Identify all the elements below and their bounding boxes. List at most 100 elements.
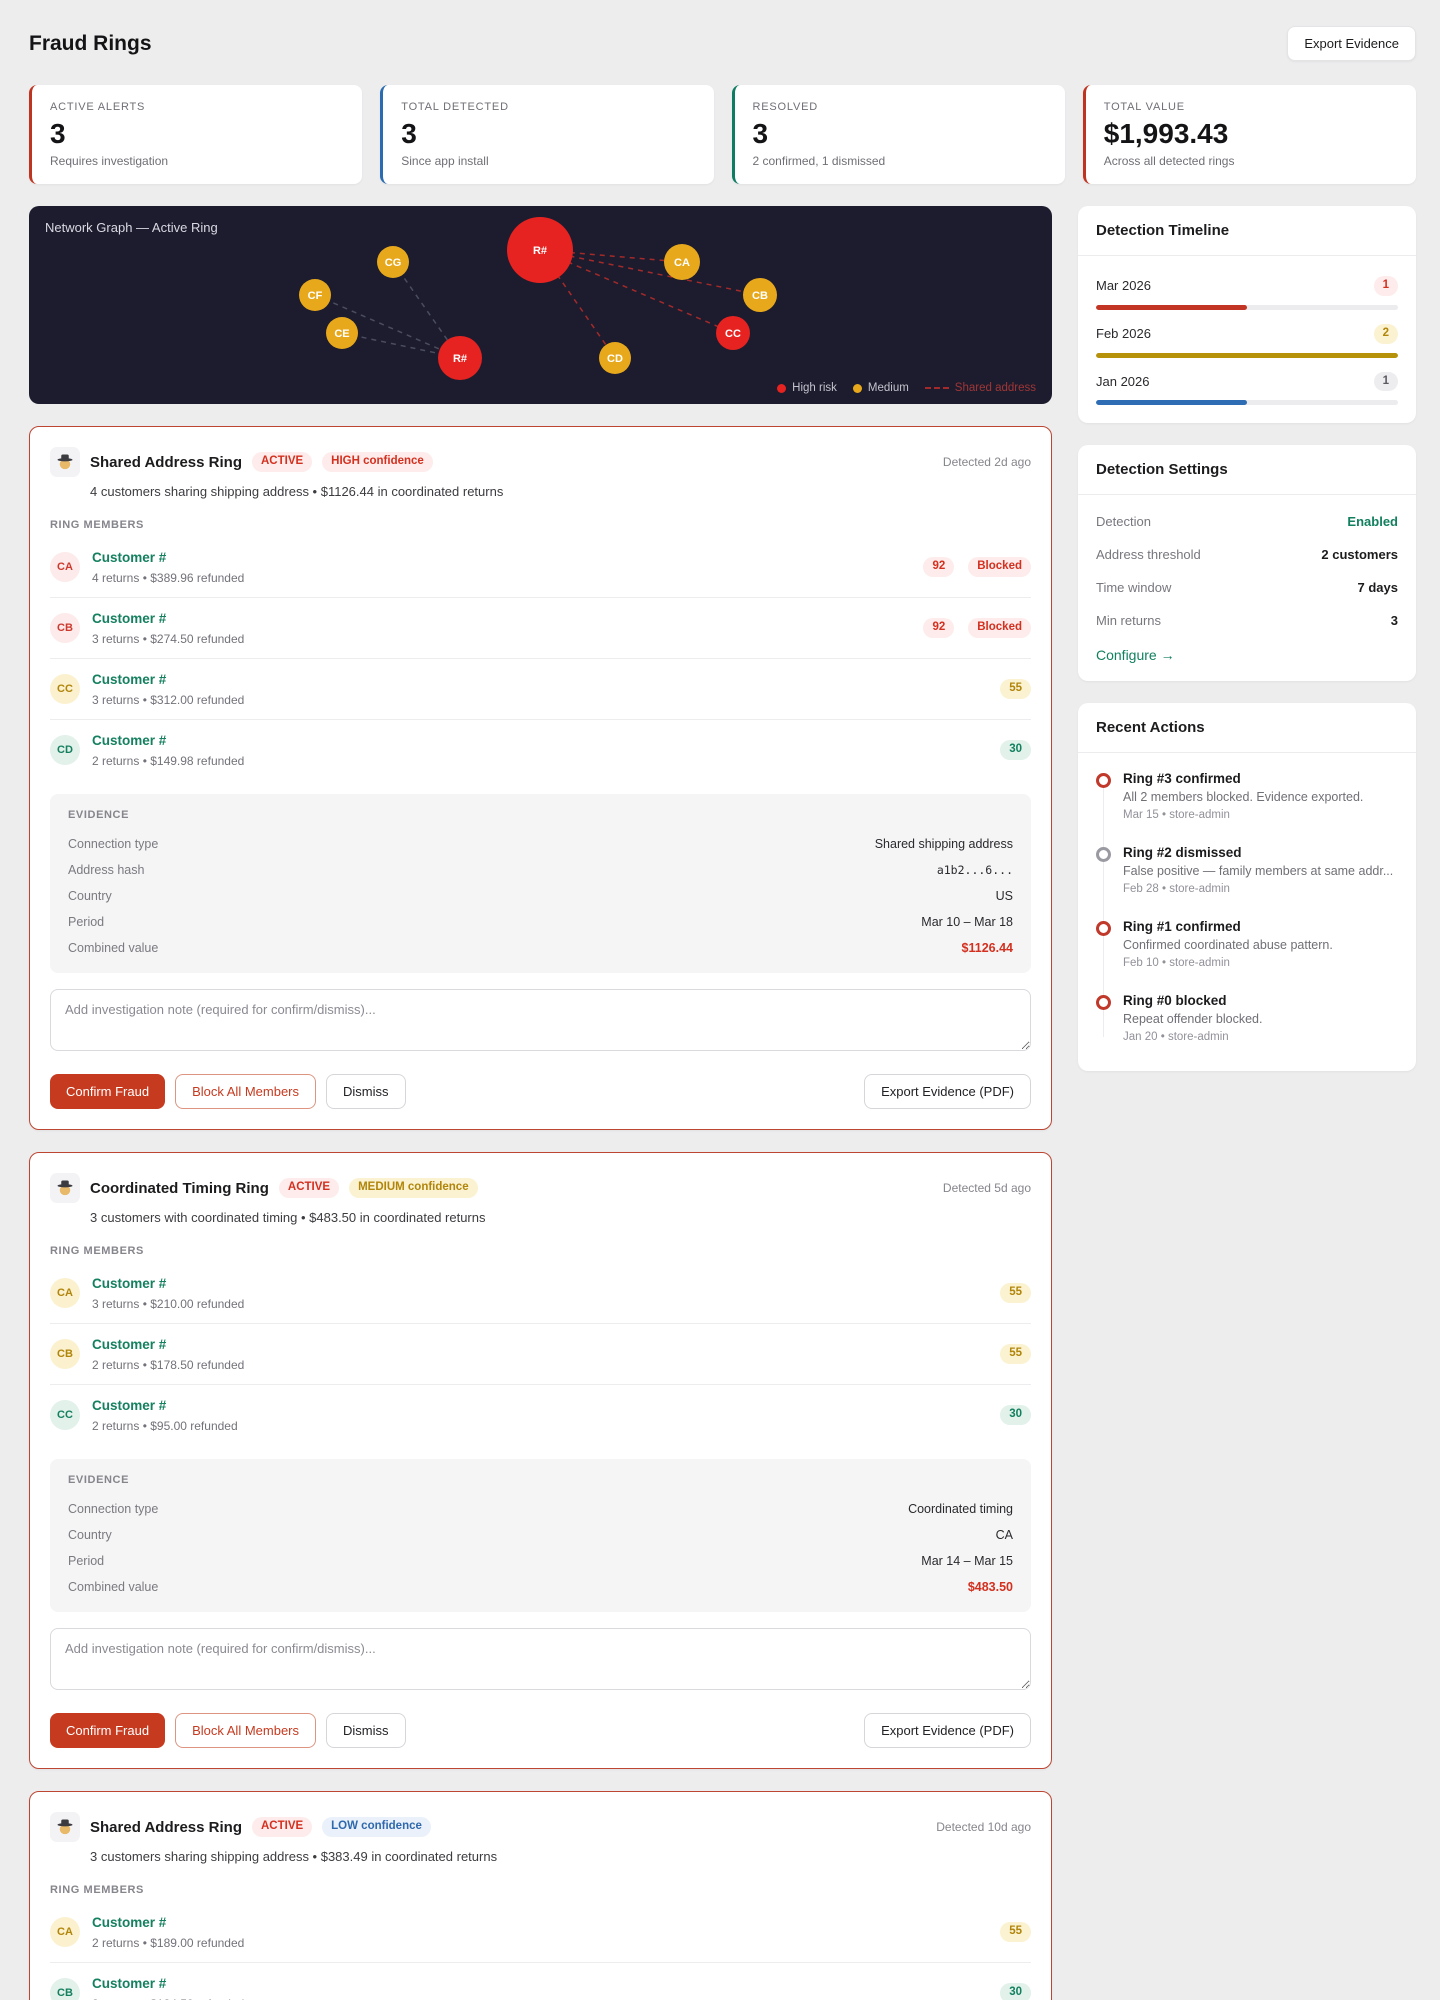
evidence-rows: Connection type Coordinated timing Count… [68,1496,1013,1600]
ring-card-header: Shared Address Ring ACTIVE LOW confidenc… [50,1812,1031,1842]
legend-swatch-icon [924,387,949,389]
ring-actions: Confirm Fraud Block All Members Dismiss … [50,1713,1031,1748]
configure-link[interactable]: Configure → [1096,647,1175,663]
customer-link[interactable]: Customer # [92,672,166,687]
ring-member-row: CA Customer # 4 returns • $389.96 refund… [50,537,1031,597]
member-avatar: CC [50,1400,80,1430]
settings-row: Time window 7 days [1096,571,1398,604]
customer-link[interactable]: Customer # [92,1337,166,1352]
legend-item: Medium [852,382,909,394]
member-badges: 55 [1000,679,1031,699]
member-badges: 55 [1000,1922,1031,1942]
timeline-month-label: Mar 2026 [1096,278,1151,294]
ring-members-label: RING MEMBERS [50,1245,144,1257]
detected-ago: Detected 2d ago [942,455,1031,469]
risk-score-badge: 92 [923,618,955,638]
dismiss-button[interactable]: Dismiss [326,1074,406,1109]
risk-score-badge: 30 [1000,740,1031,760]
timeline-row: Mar 2026 1 [1096,262,1398,310]
evidence-label: EVIDENCE [68,809,130,821]
evidence-row: Connection type Coordinated timing [68,1496,1013,1522]
recent-action-item: Ring #0 blocked Repeat offender blocked.… [1096,981,1398,1055]
confirm-fraud-button[interactable]: Confirm Fraud [50,1074,166,1109]
risk-score-badge: 30 [1000,1983,1031,2000]
member-returns-summary: 2 returns • $189.00 refunded [92,1936,245,1950]
evidence-row-label: Period [68,1554,105,1568]
stat-caption: Since app install [401,154,489,168]
investigation-note-input[interactable] [50,1628,1031,1690]
recent-action-title: Ring #1 confirmed [1123,919,1241,935]
ring-status-icon [1096,773,1111,789]
status-badge: ACTIVE [251,452,313,472]
recent-actions-card: Recent Actions Ring #3 confirmed All 2 m… [1078,703,1416,1072]
ring-member-row: CA Customer # 3 returns • $210.00 refund… [50,1263,1031,1323]
member-avatar: CA [50,552,80,582]
customer-link[interactable]: Customer # [92,611,166,626]
ring-members-label: RING MEMBERS [50,519,144,531]
ring-members-label: RING MEMBERS [50,1884,144,1896]
customer-link[interactable]: Customer # [92,1276,166,1291]
evidence-row: Combined value $1126.44 [68,935,1013,961]
recent-actions-title: Recent Actions [1078,703,1416,754]
stat-card: TOTAL VALUE $1,993.43 Across all detecte… [1082,85,1416,184]
stats-row: ACTIVE ALERTS 3 Requires investigation T… [29,85,1416,184]
confidence-badge: HIGH confidence [322,452,433,472]
member-info: Customer # 4 returns • $389.96 refunded [92,549,244,585]
member-badges: 30 [1000,1983,1031,2000]
member-returns-summary: 2 returns • $178.50 refunded [92,1358,245,1372]
evidence-row-label: Connection type [68,1502,159,1516]
member-badges: 55 [1000,1344,1031,1364]
settings-label: Time window [1096,580,1172,596]
recent-action-meta: Feb 10 • store-admin [1123,957,1230,970]
customer-link[interactable]: Customer # [92,550,166,565]
investigation-note-input[interactable] [50,989,1031,1051]
member-info: Customer # 2 returns • $178.50 refunded [92,1336,244,1372]
confirm-fraud-button[interactable]: Confirm Fraud [50,1713,166,1748]
customer-link[interactable]: Customer # [92,1976,166,1991]
block-all-members-button[interactable]: Block All Members [175,1074,316,1109]
customer-link[interactable]: Customer # [92,733,166,748]
page-root: Fraud Rings Export Evidence ACTIVE ALERT… [0,0,1440,2000]
export-evidence-button[interactable]: Export Evidence [1287,26,1416,61]
detected-ago: Detected 10d ago [936,1820,1031,1834]
evidence-rows: Connection type Shared shipping address … [68,831,1013,961]
svg-text:R#: R# [533,245,547,257]
recent-action-item: Ring #2 dismissed False positive — famil… [1096,833,1398,907]
detective-icon [50,1812,80,1842]
member-badges: 30 [1000,1405,1031,1425]
customer-link[interactable]: Customer # [92,1915,166,1930]
detection-timeline-title: Detection Timeline [1078,206,1416,256]
legend-swatch-icon [777,383,787,393]
evidence-row: Address hash a1b2...6... [68,857,1013,883]
recent-action-body: Ring #3 confirmed All 2 members blocked.… [1123,771,1363,821]
main-column: Network Graph — Active Ring R# R# CG CF CE CA… [29,206,1052,2000]
member-returns-summary: 3 returns • $210.00 refunded [92,1297,245,1311]
timeline-rows: Mar 2026 1 Feb 2026 2 Jan 2026 1 [1078,256,1416,423]
settings-row: Address threshold 2 customers [1096,538,1398,571]
member-badges: 92 Blocked [923,618,1031,638]
timeline-count-badge: 1 [1373,371,1398,392]
recent-action-body: Ring #0 blocked Repeat offender blocked.… [1123,993,1262,1043]
stat-caption: Across all detected rings [1103,154,1235,168]
timeline-month-label: Feb 2026 [1096,326,1151,342]
legend-label: Medium [867,382,909,394]
evidence-row-label: Address hash [68,863,145,877]
network-graph-title: Network Graph — Active Ring [45,220,218,235]
network-graph-panel: Network Graph — Active Ring R# R# CG CF CE CA… [29,206,1052,404]
evidence-row-value: $483.50 [967,1580,1013,1594]
export-evidence-pdf-button[interactable]: Export Evidence (PDF) [864,1074,1031,1109]
member-avatar: CD [50,735,80,765]
evidence-row-label: Country [68,889,112,903]
member-avatar: CA [50,1917,80,1947]
recent-action-desc: Repeat offender blocked. [1123,1012,1263,1027]
stat-label: TOTAL DETECTED [401,101,509,113]
ring-member-row: CC Customer # 2 returns • $95.00 refunde… [50,1384,1031,1445]
recent-action-title: Ring #3 confirmed [1123,771,1241,787]
evidence-row: Country US [68,883,1013,909]
customer-link[interactable]: Customer # [92,1398,166,1413]
export-evidence-pdf-button[interactable]: Export Evidence (PDF) [864,1713,1031,1748]
block-all-members-button[interactable]: Block All Members [175,1713,316,1748]
stat-card: TOTAL DETECTED 3 Since app install [380,85,714,184]
member-avatar: CB [50,1339,80,1369]
dismiss-button[interactable]: Dismiss [326,1713,406,1748]
